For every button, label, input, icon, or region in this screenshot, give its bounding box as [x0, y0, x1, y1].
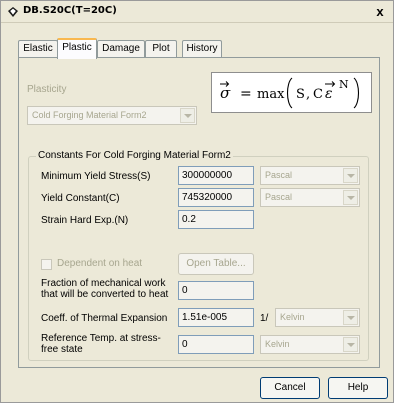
reference-temp-label-line1: Reference Temp. at stress- [41, 333, 161, 344]
formula-comma: , [306, 87, 310, 102]
fraction-field[interactable]: 0 [178, 281, 254, 300]
yield-constant-label: Yield Constant(C) [41, 193, 120, 204]
reference-temp-label: Reference Temp. at stress- free state [41, 333, 161, 355]
dependent-on-heat-checkbox[interactable] [41, 259, 52, 270]
formula-max: max [257, 87, 285, 102]
thermal-expansion-prefix: 1/ [260, 313, 269, 324]
title-bar[interactable]: DB.S20C(T=20C) x [1, 1, 393, 23]
fraction-label-line2: that will be converted to heat [41, 289, 169, 300]
constants-group: Constants For Cold Forging Material Form… [28, 150, 369, 361]
diamond-icon [8, 7, 18, 17]
cancel-button[interactable]: Cancel [260, 377, 320, 399]
formula-exponent: N [339, 78, 349, 91]
window-title: DB.S20C(T=20C) [23, 5, 117, 16]
chevron-down-icon[interactable] [343, 337, 358, 352]
min-yield-label: Minimum Yield Stress(S) [41, 171, 151, 182]
min-yield-field[interactable]: 300000000 [178, 166, 254, 185]
thermal-expansion-unit-select[interactable]: Kelvin [275, 308, 360, 327]
min-yield-unit-value: Pascal [265, 170, 293, 180]
formula-graphic: σ = max S , C ε N [220, 77, 360, 109]
reference-temp-field[interactable]: 0 [178, 335, 254, 354]
strain-hard-label: Strain Hard Exp.(N) [41, 215, 129, 226]
tab-plastic[interactable]: Plastic [57, 38, 97, 59]
formula-s: S [296, 87, 305, 102]
thermal-expansion-field[interactable]: 1.51e-005 [178, 308, 254, 327]
help-button[interactable]: Help [328, 377, 388, 399]
fraction-label: Fraction of mechanical work that will be… [41, 278, 168, 300]
fraction-label-line1: Fraction of mechanical work [41, 278, 166, 289]
constants-group-title: Constants For Cold Forging Material Form… [36, 150, 233, 161]
chevron-down-icon[interactable] [343, 168, 358, 183]
open-table-button[interactable]: Open Table... [178, 253, 254, 275]
formula-epsilon: ε [325, 86, 333, 102]
reference-temp-unit-value: Kelvin [265, 339, 290, 349]
chevron-down-icon[interactable] [343, 190, 358, 205]
tab-damage[interactable]: Damage [97, 40, 145, 58]
min-yield-unit-select[interactable]: Pascal [260, 166, 360, 185]
plasticity-select[interactable]: Cold Forging Material Form2 [27, 106, 197, 125]
plasticity-label: Plasticity [27, 84, 67, 95]
chevron-down-icon[interactable] [180, 108, 195, 123]
yield-constant-unit-select[interactable]: Pascal [260, 188, 360, 207]
tab-elastic[interactable]: Elastic [18, 40, 58, 58]
dialog-window: DB.S20C(T=20C) x Elastic Plastic Damage … [0, 0, 394, 403]
formula-equals: = [240, 86, 252, 102]
tab-plot[interactable]: Plot [145, 40, 177, 58]
yield-constant-unit-value: Pascal [265, 192, 293, 202]
formula-c: C [313, 87, 323, 102]
formula-sigma: σ [220, 84, 231, 102]
reference-temp-unit-select[interactable]: Kelvin [260, 335, 360, 354]
formula-display: σ = max S , C ε N [211, 72, 372, 113]
plasticity-select-value: Cold Forging Material Form2 [32, 110, 147, 120]
dependent-on-heat-label: Dependent on heat [57, 258, 143, 269]
thermal-expansion-label: Coeff. of Thermal Expansion [41, 313, 168, 324]
yield-constant-field[interactable]: 745320000 [178, 188, 254, 207]
thermal-expansion-unit-value: Kelvin [280, 312, 305, 322]
close-button[interactable]: x [373, 5, 387, 19]
tab-history[interactable]: History [182, 40, 222, 58]
plastic-panel: Plasticity Cold Forging Material Form2 σ… [18, 57, 380, 368]
strain-hard-field[interactable]: 0.2 [178, 210, 254, 229]
reference-temp-label-line2: free state [41, 344, 83, 355]
chevron-down-icon[interactable] [343, 310, 358, 325]
